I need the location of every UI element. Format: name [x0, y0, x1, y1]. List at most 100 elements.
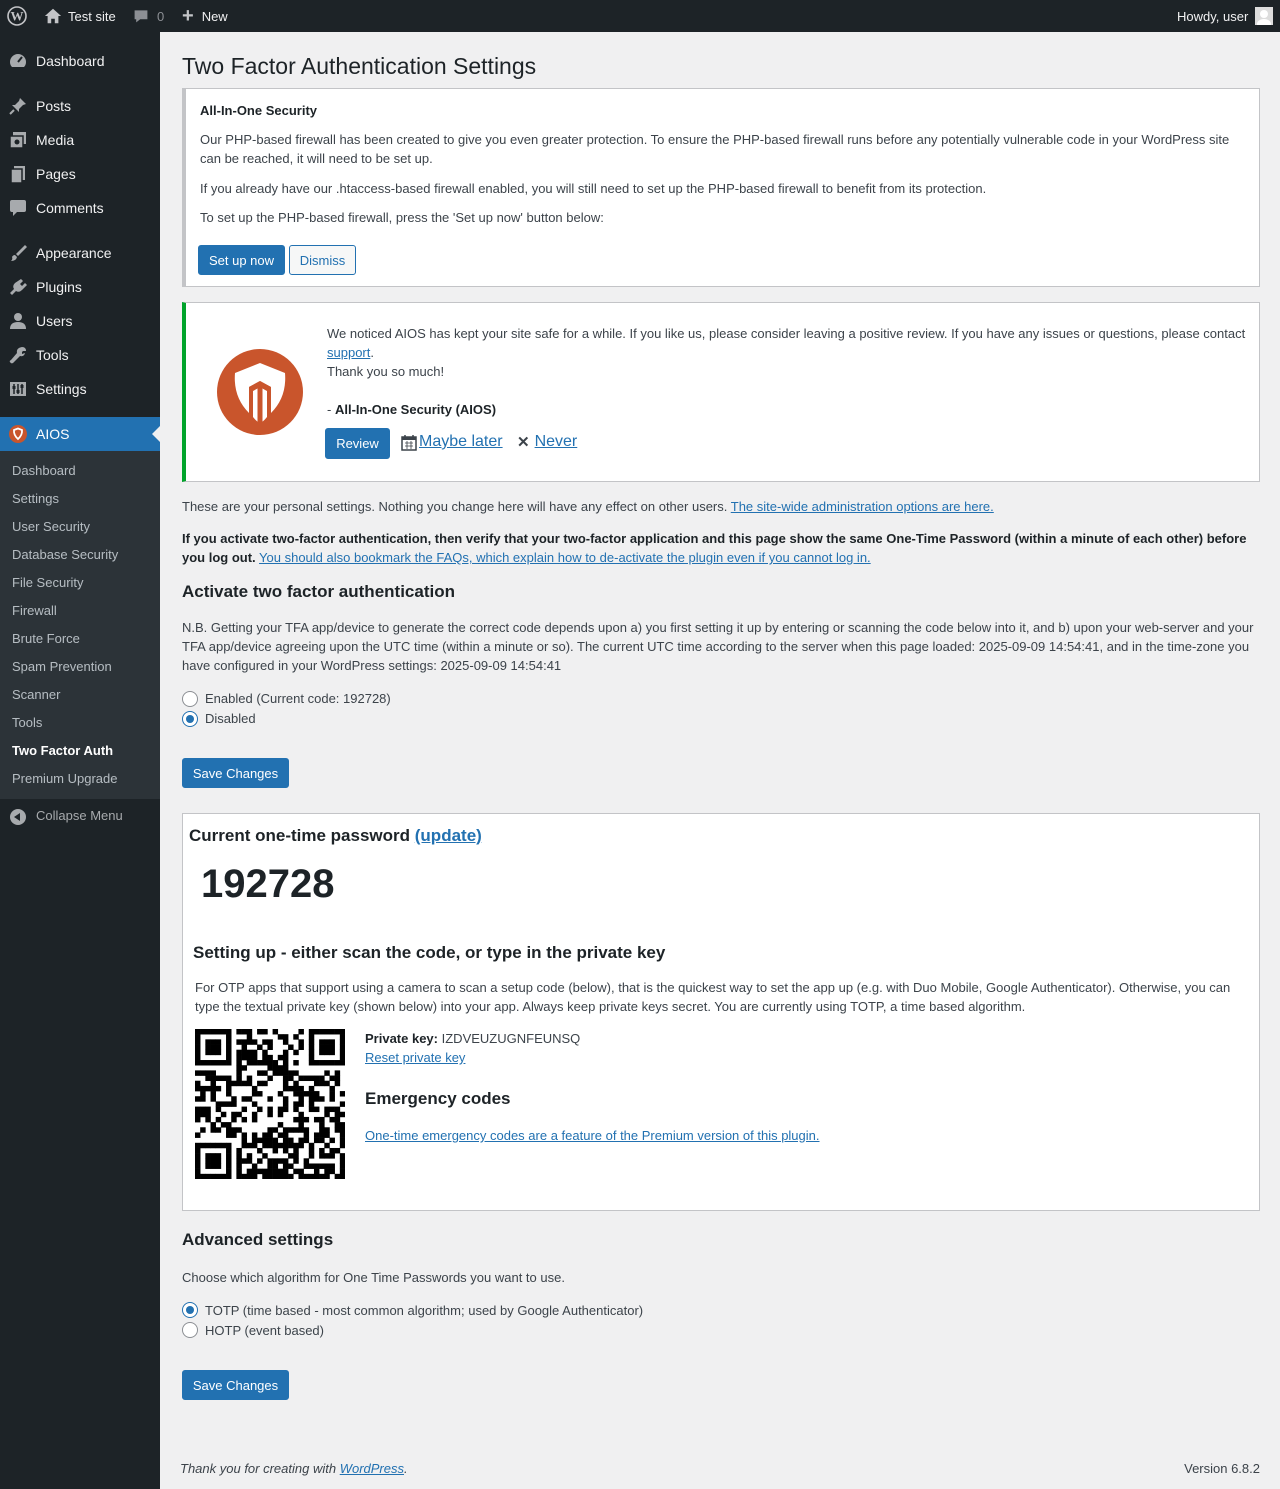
my-account-link[interactable]: Howdy, user	[1177, 0, 1274, 32]
submenu-user-security[interactable]: User Security	[12, 519, 90, 534]
qr-module	[251, 1142, 258, 1149]
qr-module	[303, 1173, 310, 1179]
wordpress-link[interactable]: WordPress	[340, 1461, 404, 1476]
menu-tools[interactable]: Tools	[0, 338, 160, 372]
enabled-radio[interactable]	[182, 691, 198, 707]
two-factor-warning: If you activate two-factor authenticatio…	[182, 529, 1262, 567]
submenu-spam-prevention[interactable]: Spam Prevention	[12, 659, 112, 674]
menu-aios[interactable]: AIOS	[0, 417, 160, 451]
qr-module	[339, 1142, 345, 1149]
qr-module	[262, 1054, 268, 1061]
qr-module	[272, 1127, 279, 1133]
qr-module	[241, 1158, 248, 1164]
disabled-label: Disabled	[205, 711, 256, 726]
menu-users-label: Users	[36, 313, 73, 329]
comments-link[interactable]: 0	[133, 0, 164, 32]
qr-module	[205, 1163, 211, 1169]
update-otp-link[interactable]: (update)	[415, 826, 482, 845]
totp-radio[interactable]	[182, 1302, 198, 1318]
submenu-database-security[interactable]: Database Security	[12, 547, 118, 562]
wordpress-logo-icon[interactable]: W	[7, 0, 29, 32]
review-button[interactable]: Review	[325, 428, 390, 459]
qr-module	[251, 1039, 258, 1045]
submenu-dashboard[interactable]: Dashboard	[12, 463, 76, 478]
submenu-brute-force[interactable]: Brute Force	[12, 631, 80, 646]
enabled-label: Enabled (Current code: 192728)	[205, 691, 391, 706]
save-advanced-button[interactable]: Save Changes	[182, 1370, 289, 1400]
qr-module	[205, 1116, 211, 1123]
qr-module	[195, 1096, 201, 1102]
submenu-tools[interactable]: Tools	[12, 715, 42, 730]
menu-posts[interactable]: Posts	[0, 89, 160, 123]
qr-module	[226, 1091, 232, 1097]
qr-module	[308, 1163, 315, 1169]
menu-dashboard[interactable]: Dashboard	[0, 44, 160, 78]
menu-pages[interactable]: Pages	[0, 157, 160, 191]
qr-module	[236, 1111, 242, 1118]
qr-module	[262, 1049, 268, 1056]
qr-module	[246, 1158, 253, 1164]
qr-module	[200, 1085, 206, 1092]
qr-module	[319, 1132, 325, 1138]
setup-now-button[interactable]: Set up now	[198, 245, 285, 275]
qr-module	[236, 1147, 242, 1154]
qr-module	[215, 1039, 222, 1045]
qr-module	[226, 1029, 232, 1035]
qr-module	[246, 1039, 253, 1045]
site-wide-options-link[interactable]: The site-wide administration options are…	[731, 499, 994, 514]
support-link[interactable]: support	[327, 345, 370, 360]
save-changes-button[interactable]: Save Changes	[182, 758, 289, 788]
maybe-later-link[interactable]: Maybe later	[401, 433, 503, 451]
menu-appearance[interactable]: Appearance	[0, 236, 160, 270]
faq-link[interactable]: You should also bookmark the FAQs, which…	[259, 550, 871, 565]
reset-private-key-link[interactable]: Reset private key	[365, 1048, 465, 1067]
qr-module	[308, 1075, 315, 1082]
never-link[interactable]: ✕ Never	[517, 433, 577, 451]
qr-module	[324, 1111, 330, 1118]
qr-module	[220, 1101, 227, 1107]
paintbrush-icon	[8, 243, 28, 263]
site-name-link[interactable]: Test site	[44, 0, 116, 32]
menu-settings[interactable]: Settings	[0, 372, 160, 406]
qr-module	[236, 1065, 242, 1071]
qr-module	[195, 1049, 201, 1056]
qr-module	[251, 1049, 258, 1056]
dismiss-button[interactable]: Dismiss	[289, 245, 356, 275]
menu-users[interactable]: Users	[0, 304, 160, 338]
submenu-premium-upgrade[interactable]: Premium Upgrade	[12, 771, 118, 786]
qr-module	[267, 1075, 273, 1082]
qr-module	[220, 1142, 227, 1149]
comments-icon	[8, 198, 28, 218]
hotp-radio[interactable]	[182, 1322, 198, 1338]
qr-module	[308, 1029, 315, 1035]
qr-module	[220, 1075, 227, 1082]
qr-module	[288, 1142, 294, 1149]
qr-module	[324, 1070, 330, 1076]
qr-module	[293, 1127, 299, 1133]
settings-sliders-icon	[8, 379, 28, 399]
qr-module	[226, 1060, 232, 1066]
premium-emergency-link[interactable]: One-time emergency codes are a feature o…	[365, 1126, 820, 1145]
qr-module	[251, 1091, 258, 1097]
submenu-two-factor-auth[interactable]: Two Factor Auth	[12, 743, 113, 758]
qr-module	[334, 1111, 341, 1118]
qr-module	[282, 1158, 289, 1164]
submenu-firewall[interactable]: Firewall	[12, 603, 57, 618]
qr-module	[319, 1075, 325, 1082]
calendar-icon	[401, 434, 417, 451]
qr-code	[195, 1029, 345, 1179]
submenu-scanner[interactable]: Scanner	[12, 687, 60, 702]
collapse-menu-button[interactable]: Collapse Menu	[0, 804, 160, 834]
new-content-link[interactable]: + New	[182, 0, 228, 32]
disabled-radio[interactable]	[182, 711, 198, 727]
menu-comments[interactable]: Comments	[0, 191, 160, 225]
qr-module	[319, 1147, 325, 1154]
qr-module	[251, 1173, 258, 1179]
submenu-settings[interactable]: Settings	[12, 491, 59, 506]
menu-media[interactable]: Media	[0, 123, 160, 157]
qr-module	[277, 1091, 284, 1097]
qr-module	[210, 1158, 216, 1164]
menu-plugins[interactable]: Plugins	[0, 270, 160, 304]
submenu-file-security[interactable]: File Security	[12, 575, 84, 590]
otp-heading-text: Current one-time password	[189, 826, 415, 845]
